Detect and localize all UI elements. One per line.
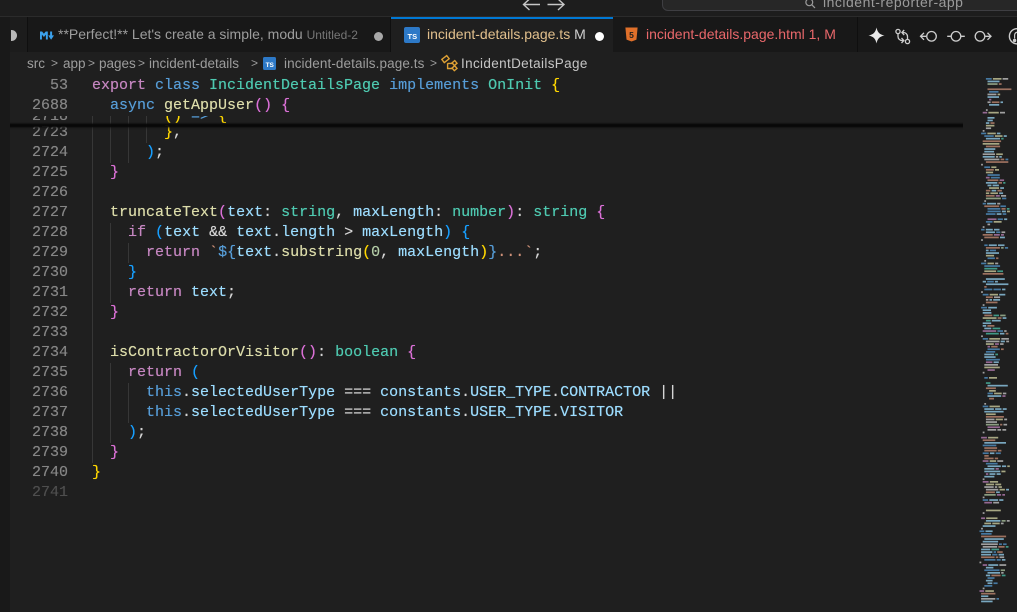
svg-text:5: 5 <box>629 30 634 40</box>
svg-text:TS: TS <box>408 32 418 41</box>
svg-text:TS: TS <box>266 62 275 69</box>
